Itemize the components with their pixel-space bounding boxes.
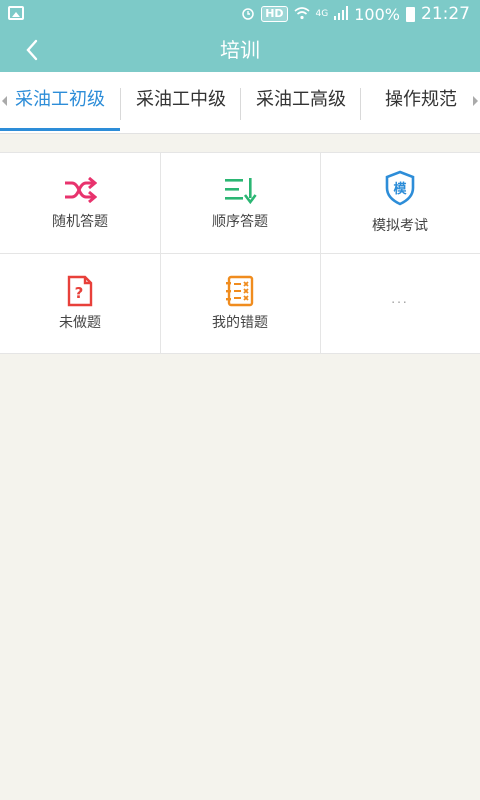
unanswered-button[interactable]: ? 未做题 <box>0 254 160 354</box>
battery-icon <box>406 6 415 22</box>
shield-mock-icon: 模 <box>383 170 417 206</box>
signal-icon <box>334 5 349 24</box>
shuffle-icon <box>63 173 97 207</box>
sequential-quiz-button[interactable]: 顺序答题 <box>160 153 320 253</box>
gallery-notification-icon <box>8 6 24 20</box>
grid-divider <box>0 253 480 254</box>
active-tab-indicator <box>0 128 120 131</box>
wrong-answers-button[interactable]: 我的错题 <box>160 254 320 354</box>
back-button[interactable] <box>16 34 48 66</box>
network-type: 4G <box>315 9 329 19</box>
mock-exam-label: 模拟考试 <box>372 218 428 234</box>
question-mark: ? <box>75 284 84 302</box>
tab-primary[interactable]: 采油工初级 <box>0 72 120 132</box>
wrong-answers-label: 我的错题 <box>212 315 268 331</box>
random-quiz-label: 随机答题 <box>52 214 108 230</box>
more-button[interactable]: ... <box>320 254 480 354</box>
random-quiz-button[interactable]: 随机答题 <box>0 153 160 253</box>
tab-operation-rules[interactable]: 操作规范 <box>361 72 480 132</box>
chevron-left-icon <box>26 39 38 61</box>
wrong-notebook-icon <box>223 274 257 308</box>
clock: 21:27 <box>421 4 470 24</box>
tab-advanced[interactable]: 采油工高级 <box>241 72 361 132</box>
unanswered-label: 未做题 <box>59 315 101 331</box>
tab-divider <box>240 88 241 120</box>
mock-icon-text: 模 <box>393 181 407 197</box>
tabs-scroll-left-icon[interactable] <box>2 96 7 106</box>
question-doc-icon: ? <box>63 274 97 308</box>
tab-divider <box>360 88 361 120</box>
alarm-icon <box>241 5 255 24</box>
tab-intermediate[interactable]: 采油工中级 <box>121 72 241 132</box>
hd-badge: HD <box>261 6 288 22</box>
sort-list-icon <box>223 173 257 207</box>
sequential-quiz-label: 顺序答题 <box>212 214 268 230</box>
status-bar: HD 4G 100% 21:27 <box>0 0 480 28</box>
title-bar: 培训 <box>0 28 480 72</box>
battery-percent: 100% <box>354 4 400 24</box>
mock-exam-button[interactable]: 模 模拟考试 <box>320 153 480 253</box>
wifi-icon <box>294 5 310 24</box>
tab-divider <box>120 88 121 120</box>
page-title: 培训 <box>220 38 260 62</box>
tabs-scroll-right-icon[interactable] <box>473 96 478 106</box>
status-indicators: HD 4G 100% 21:27 <box>241 0 470 28</box>
more-icon: ... <box>391 292 409 306</box>
